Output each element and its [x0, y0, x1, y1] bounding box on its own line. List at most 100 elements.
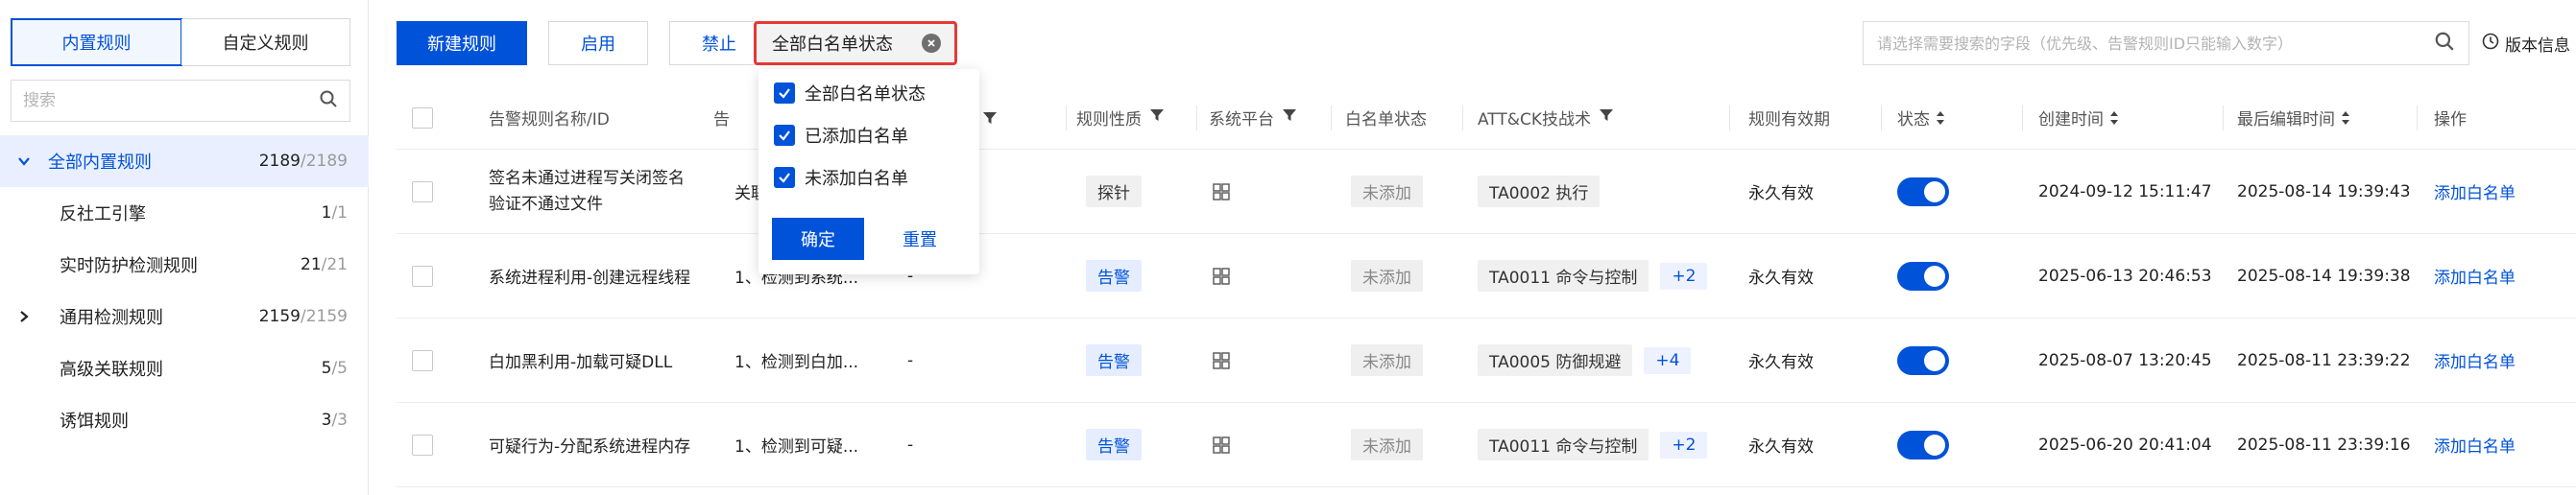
rule-search-input[interactable]	[1877, 34, 2434, 53]
tree-item-anti-social-engineering[interactable]: 反社工引擎 1/1	[0, 187, 369, 239]
tree-item-general-detection[interactable]: 通用检测规则 2159/2159	[0, 291, 369, 342]
filter-chip-label: 全部白名单状态	[772, 35, 893, 55]
filter-icon[interactable]	[982, 110, 998, 126]
add-whitelist-link[interactable]: 添加白名单	[2434, 179, 2516, 203]
table-row: 系统进程利用-创建远程线程 1、检测到系统... - 告警 未添加 TA0011…	[397, 234, 2576, 318]
sidebar-search-input[interactable]	[23, 91, 319, 110]
tree-item-realtime-protection[interactable]: 实时防护检测规则 21/21	[0, 239, 369, 291]
row-checkbox[interactable]	[412, 349, 433, 371]
reset-button[interactable]: 重置	[874, 218, 966, 260]
attck-more-tag[interactable]: +4	[1644, 346, 1692, 374]
rule-name: 可疑行为-分配系统进程内存	[489, 437, 691, 457]
header-status[interactable]: 状态	[1897, 106, 1945, 130]
header-attck[interactable]: ATT&CK技战术	[1478, 106, 1614, 130]
sort-icon[interactable]	[2341, 110, 2350, 126]
filter-icon[interactable]	[1149, 107, 1165, 128]
add-whitelist-link[interactable]: 添加白名单	[2434, 348, 2516, 372]
rule-nature-tag: 探针	[1086, 176, 1142, 207]
attck-tag: TA0011 命令与控制	[1478, 260, 1649, 292]
attck-tag: TA0002 执行	[1478, 176, 1601, 207]
created-time: 2025-06-20 20:41:04	[2038, 435, 2212, 455]
whitelist-filter-chip[interactable]: 全部白名单状态	[754, 21, 957, 65]
table-row: 可疑行为-分配系统进程内存 1、检测到可疑... - 告警 未添加 TA0011…	[397, 403, 2576, 487]
status-toggle[interactable]	[1897, 430, 1949, 460]
validity: 永久有效	[1748, 437, 1814, 457]
tree-item-all-builtin[interactable]: 全部内置规则 2189/2189	[0, 135, 369, 187]
option-all-whitelist-status[interactable]: 全部白名单状态	[774, 81, 926, 106]
tree-item-label: 实时防护检测规则	[60, 256, 198, 276]
rule-name: 白加黑利用-加载可疑DLL	[489, 353, 673, 372]
created-time: 2024-09-12 15:11:47	[2038, 181, 2212, 201]
rule-col3: -	[907, 350, 914, 370]
rule-nature-tag: 告警	[1086, 344, 1142, 376]
tree-item-count: 3/3	[321, 411, 348, 430]
windows-icon	[1213, 182, 1230, 200]
whitelist-status-tag: 未添加	[1351, 176, 1423, 207]
tree-item-label: 反社工引擎	[60, 204, 146, 224]
validity: 永久有效	[1748, 269, 1814, 288]
filter-icon[interactable]	[1282, 107, 1297, 128]
rule-search	[1863, 21, 2469, 65]
enable-button[interactable]: 启用	[548, 21, 648, 65]
sort-icon[interactable]	[1936, 110, 1945, 126]
sort-icon[interactable]	[2109, 110, 2119, 126]
header-created-time[interactable]: 创建时间	[2038, 106, 2119, 130]
header-last-edited-time[interactable]: 最后编辑时间	[2237, 106, 2350, 130]
tab-builtin-rules[interactable]: 内置规则	[11, 18, 182, 66]
validity: 永久有效	[1748, 184, 1814, 203]
attck-more-tag[interactable]: +2	[1660, 262, 1708, 290]
attck-more-tag[interactable]: +2	[1660, 431, 1708, 459]
rules-table: 告警规则名称/ID 告 规则性质 系统平台 白名单状态 ATT&CK技战术 规则…	[397, 86, 2576, 487]
tree-item-label: 通用检测规则	[60, 308, 163, 328]
row-checkbox[interactable]	[412, 434, 433, 456]
checkbox-checked-icon[interactable]	[774, 167, 795, 188]
whitelist-status-tag: 未添加	[1351, 429, 1423, 460]
select-all-checkbox[interactable]	[412, 106, 433, 129]
header-platform[interactable]: 系统平台	[1209, 106, 1297, 130]
rule-col3: -	[907, 435, 914, 455]
rule-type-tabs: 内置规则 自定义规则	[11, 18, 350, 66]
edited-time: 2025-08-11 23:39:16	[2237, 435, 2411, 455]
chevron-down-icon[interactable]	[17, 154, 31, 168]
tree-item-label: 全部内置规则	[48, 153, 152, 173]
status-toggle[interactable]	[1897, 261, 1949, 291]
add-whitelist-link[interactable]: 添加白名单	[2434, 433, 2516, 457]
filter-icon[interactable]	[1599, 107, 1614, 128]
option-not-whitelisted[interactable]: 未添加白名单	[774, 165, 908, 190]
tree-item-count: 2159/2159	[258, 307, 348, 326]
tree-item-decoy-rules[interactable]: 诱饵规则 3/3	[0, 394, 369, 446]
chevron-right-icon[interactable]	[17, 310, 31, 323]
search-icon[interactable]	[2434, 31, 2455, 57]
rule-nature-tag: 告警	[1086, 429, 1142, 460]
created-time: 2025-06-13 20:46:53	[2038, 266, 2212, 286]
windows-icon	[1213, 267, 1230, 285]
checkbox-checked-icon[interactable]	[774, 125, 795, 146]
attck-tag: TA0011 命令与控制	[1478, 429, 1649, 460]
version-info-link[interactable]: 版本信息	[2482, 27, 2570, 59]
status-toggle[interactable]	[1897, 177, 1949, 206]
checkbox-checked-icon[interactable]	[774, 82, 795, 104]
row-checkbox[interactable]	[412, 180, 433, 202]
whitelist-filter-dropdown: 全部白名单状态 已添加白名单 未添加白名单 确定 重置	[758, 69, 979, 274]
tab-custom-rules[interactable]: 自定义规则	[181, 19, 349, 65]
row-checkbox[interactable]	[412, 265, 433, 287]
created-time: 2025-08-07 13:20:45	[2038, 350, 2212, 370]
add-whitelist-link[interactable]: 添加白名单	[2434, 264, 2516, 288]
rule-category-tree: 全部内置规则 2189/2189 反社工引擎 1/1 实时防护检测规则 21/2…	[0, 135, 369, 446]
table-header: 告警规则名称/ID 告 规则性质 系统平台 白名单状态 ATT&CK技战术 规则…	[397, 86, 2576, 150]
tree-item-count: 2189/2189	[258, 152, 348, 171]
validity: 永久有效	[1748, 353, 1814, 372]
tree-item-count: 5/5	[321, 359, 348, 378]
edited-time: 2025-08-14 19:39:43	[2237, 181, 2411, 201]
toolbar: 新建规则 启用 禁止	[397, 21, 769, 65]
confirm-button[interactable]: 确定	[772, 218, 864, 260]
status-toggle[interactable]	[1897, 345, 1949, 375]
header-rule-nature[interactable]: 规则性质	[1076, 106, 1165, 130]
new-rule-button[interactable]: 新建规则	[397, 21, 527, 65]
whitelist-status-tag: 未添加	[1351, 344, 1423, 376]
rule-description: 1、检测到白加...	[734, 353, 859, 372]
close-icon[interactable]	[922, 34, 941, 53]
search-icon[interactable]	[319, 89, 338, 113]
option-whitelisted[interactable]: 已添加白名单	[774, 123, 908, 148]
tree-item-advanced-correlation[interactable]: 高级关联规则 5/5	[0, 342, 369, 394]
